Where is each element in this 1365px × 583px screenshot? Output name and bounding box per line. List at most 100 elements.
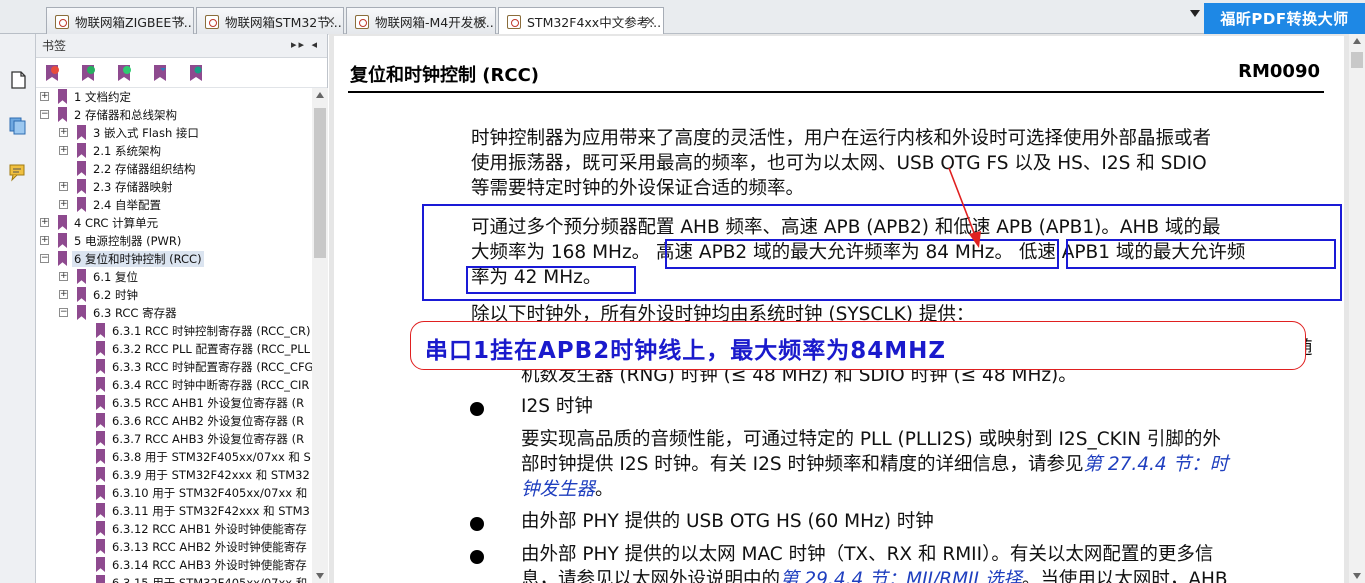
tab-bar: 物联网箱ZIGBEE节... × 物联网箱STM32节... × 物联网箱-M4… (0, 0, 1365, 35)
close-icon[interactable]: × (645, 14, 656, 29)
document-code: RM0090 (1238, 61, 1320, 82)
pdf-file-icon (55, 14, 69, 29)
bookmark-item[interactable]: 6.3.11 用于 STM32F42xxx 和 STM3 (36, 502, 312, 520)
bookmark-item[interactable]: 6.3.13 RCC AHB2 外设时钟使能寄存 (36, 538, 312, 556)
bookmark-item[interactable]: − 6 复位和时钟控制 (RCC) (36, 250, 312, 268)
expand-icon[interactable]: + (59, 182, 68, 191)
collapse-icon[interactable]: − (59, 308, 68, 317)
bookmark-icon (96, 575, 105, 583)
panel-collapse-buttons[interactable]: ▸▸ ◂ (291, 38, 319, 51)
expand-icon[interactable]: + (59, 200, 68, 209)
bookmark-label: 6.3.15 用于 STM32F405xx/07xx 和 (112, 576, 308, 583)
bookmark-item[interactable]: − 6.3 RCC 寄存器 (36, 304, 312, 322)
bookmark-item[interactable]: +3 嵌入式 Flash 接口 (36, 124, 312, 142)
scroll-down-icon[interactable] (1353, 573, 1361, 579)
bookmark-item[interactable]: 6.3.4 RCC 时钟中断寄存器 (RCC_CIR (36, 376, 312, 394)
brand-button[interactable]: 福昕PDF转换大师 (1204, 3, 1365, 34)
bookmark-label: 6.3.6 RCC AHB2 外设复位寄存器 (R (112, 414, 305, 428)
delete-bookmark-icon[interactable] (44, 64, 60, 82)
bookmark-label: 2.3 存储器映射 (93, 180, 173, 194)
tab-stm32[interactable]: 物联网箱STM32节... × (196, 7, 344, 35)
bookmark-icon (96, 323, 105, 338)
bookmark-item[interactable]: +6.2 时钟 (36, 286, 312, 304)
bookmark-icon (96, 503, 105, 518)
bookmark-item[interactable]: 6.3.2 RCC PLL 配置寄存器 (RCC_PLL (36, 340, 312, 358)
list-item-usb-phy: 由外部 PHY 提供的 USB OTG HS (60 MHz) 时钟 (521, 511, 934, 532)
text-line: 等需要特定时钟的外设保证合适的频率。 (471, 178, 805, 199)
bookmark-icon (58, 251, 67, 266)
expand-icon[interactable]: + (40, 236, 49, 245)
expand-icon[interactable]: + (59, 272, 68, 281)
bookmark-item[interactable]: +2.1 系统架构 (36, 142, 312, 160)
expand-icon[interactable]: + (59, 146, 68, 155)
bookmark-label: 6.3.5 RCC AHB1 外设复位寄存器 (R (112, 396, 305, 410)
bookmark-item[interactable]: 2.2 存储器组织结构 (36, 160, 312, 178)
collapse-icon[interactable]: − (40, 254, 49, 263)
expand-icon[interactable]: + (40, 92, 49, 101)
bookmark-icon (58, 107, 67, 122)
close-icon[interactable]: × (175, 14, 186, 29)
bookmark-scrollbar[interactable] (312, 88, 328, 583)
bookmark-icon (77, 161, 86, 176)
text-line: 息，请参见以太网外设说明中的第 29.4.4 节：MII/RMII 选择。当使用… (521, 567, 1331, 583)
layers-icon[interactable] (8, 116, 28, 136)
bookmark-item[interactable]: 6.3.10 用于 STM32F405xx/07xx 和 (36, 484, 312, 502)
section-link-29-4-4[interactable]: 第 29.4.4 节：MII/RMII 选择 (780, 569, 1022, 583)
scroll-up-icon[interactable] (316, 92, 324, 98)
scroll-up-icon[interactable] (1353, 38, 1361, 44)
bookmark-item[interactable]: +6.1 复位 (36, 268, 312, 286)
bookmark-item[interactable]: +4 CRC 计算单元 (36, 214, 312, 232)
tab-label: STM32F4xx中文参考... (527, 15, 662, 30)
document-scrollbar[interactable] (1349, 34, 1365, 583)
add-bookmark-icon[interactable] (80, 64, 96, 82)
bookmark-item[interactable]: 6.3.6 RCC AHB2 外设复位寄存器 (R (36, 412, 312, 430)
panel-title: 书签 (42, 39, 67, 53)
bookmark-item[interactable]: 6.3.7 RCC AHB3 外设复位寄存器 (R (36, 430, 312, 448)
bookmark-item[interactable]: +2.4 自举配置 (36, 196, 312, 214)
bookmark-item[interactable]: 6.3.1 RCC 时钟控制寄存器 (RCC_CR) (36, 322, 312, 340)
text-line: 使用振荡器，既可采用最高的频率，也可为以太网、USB OTG FS 以及 HS、… (471, 153, 1207, 174)
section-link-27-4-4[interactable]: 第 27.4.4 节：时 (1083, 454, 1228, 475)
bookmark-label: 6 复位和时钟控制 (RCC) (72, 251, 204, 267)
tab-m4[interactable]: 物联网箱-M4开发板... × (346, 7, 496, 35)
bookmark-item[interactable]: +5 电源控制器 (PWR) (36, 232, 312, 250)
add-child-bookmark-icon[interactable] (116, 64, 132, 82)
bookmark-item[interactable]: +2.3 存储器映射 (36, 178, 312, 196)
page-icon[interactable] (8, 70, 28, 90)
paragraph-clock-intro: 时钟控制器为应用带来了高度的灵活性，用户在运行内核和外设时可选择使用外部晶振或者… (471, 126, 1331, 201)
bookmark-icon (77, 305, 86, 320)
bookmark-item[interactable]: 6.3.14 RCC AHB3 外设时钟使能寄存 (36, 556, 312, 574)
bookmark-item[interactable]: 6.3.15 用于 STM32F405xx/07xx 和 (36, 574, 312, 583)
bookmark-item[interactable]: 6.3.12 RCC AHB1 外设时钟使能寄存 (36, 520, 312, 538)
tab-stm32f4xx[interactable]: STM32F4xx中文参考... × (498, 7, 664, 35)
collapse-icon[interactable]: − (40, 110, 49, 119)
search-bookmark-icon[interactable] (188, 64, 204, 82)
bookmark-item[interactable]: 6.3.3 RCC 时钟配置寄存器 (RCC_CFG (36, 358, 312, 376)
annotation-box-apb1-a (1066, 239, 1336, 269)
close-icon[interactable]: × (477, 14, 488, 29)
tab-zigbee[interactable]: 物联网箱ZIGBEE节... × (46, 7, 194, 35)
bookmark-icon (58, 89, 67, 104)
list-title-i2s: I2S 时钟 (521, 396, 593, 417)
header-rule (348, 91, 1324, 93)
pdf-page: 复位和时钟控制 (RCC) RM0090 时钟控制器为应用带来了高度的灵活性，用… (334, 36, 1344, 583)
comment-icon[interactable] (8, 162, 28, 182)
bookmark-item[interactable]: − 2 存储器和总线架构 (36, 106, 312, 124)
bookmark-item[interactable]: 6.3.8 用于 STM32F405xx/07xx 和 S (36, 448, 312, 466)
bookmark-item[interactable]: 6.3.5 RCC AHB1 外设复位寄存器 (R (36, 394, 312, 412)
scrollbar-thumb[interactable] (314, 108, 326, 258)
expand-icon[interactable]: + (59, 128, 68, 137)
expand-icon[interactable]: + (40, 218, 49, 227)
close-icon[interactable]: × (325, 14, 336, 29)
section-link-27-4-4[interactable]: 钟发生器 (521, 479, 595, 500)
bookmark-item[interactable]: +1 文档约定 (36, 88, 312, 106)
bookmark-item[interactable]: 6.3.9 用于 STM32F42xxx 和 STM32 (36, 466, 312, 484)
move-bookmark-icon[interactable] (152, 64, 168, 82)
tab-list-dropdown-icon[interactable] (1190, 10, 1200, 17)
bookmark-panel: 书签 ▸▸ ◂ +1 文档约定 − 2 存储器和总线架构 +3 嵌入式 Flash 接… (36, 34, 328, 583)
scrollbar-thumb[interactable] (1351, 52, 1363, 68)
expand-icon[interactable]: + (59, 290, 68, 299)
page-title: 复位和时钟控制 (RCC) (350, 65, 539, 86)
bullet-icon (470, 517, 484, 531)
scroll-down-icon[interactable] (316, 573, 324, 579)
